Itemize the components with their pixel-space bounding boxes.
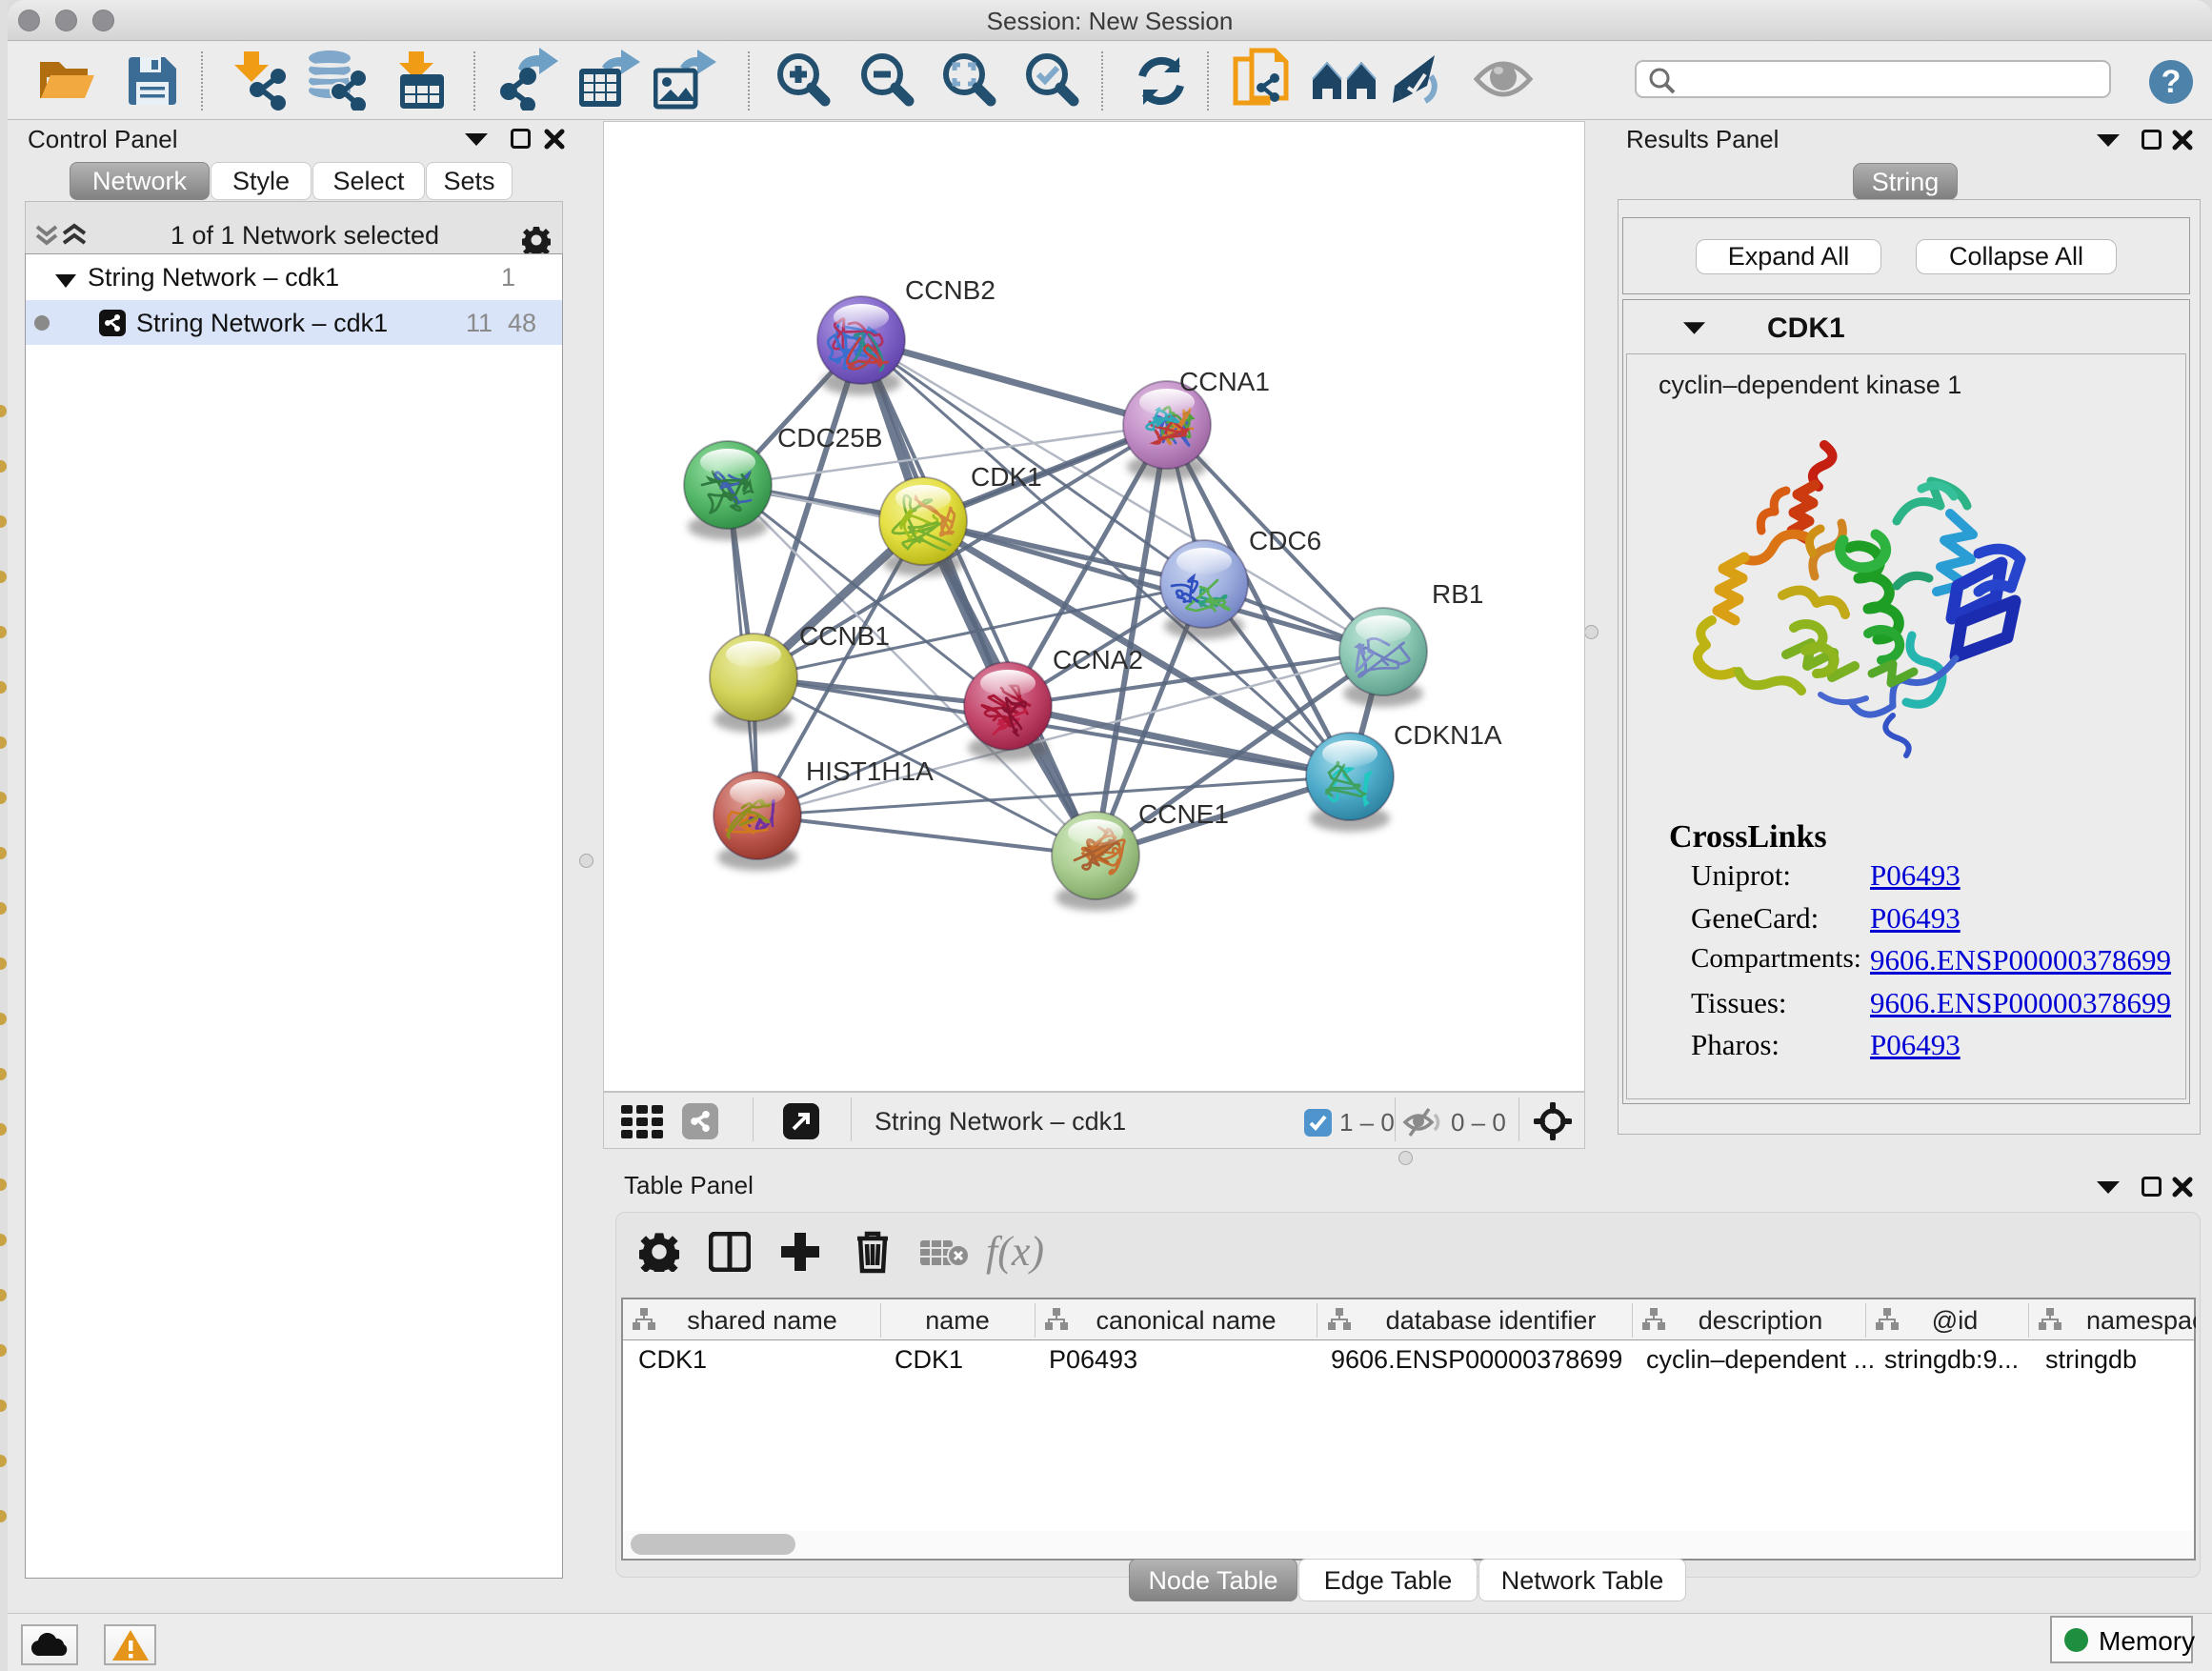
svg-text:CDC25B: CDC25B — [777, 423, 882, 453]
svg-text:RB1: RB1 — [1432, 579, 1483, 609]
svg-text:CDC6: CDC6 — [1249, 526, 1321, 555]
svg-text:HIST1H1A: HIST1H1A — [806, 756, 934, 786]
svg-text:CCNE1: CCNE1 — [1138, 799, 1229, 829]
svg-text:CDKN1A: CDKN1A — [1394, 720, 1502, 750]
svg-text:CDK1: CDK1 — [971, 462, 1042, 492]
svg-text:CCNA2: CCNA2 — [1053, 645, 1143, 674]
svg-text:CCNA1: CCNA1 — [1179, 367, 1270, 396]
svg-text:CCNB1: CCNB1 — [799, 621, 890, 651]
svg-text:CCNB2: CCNB2 — [905, 275, 995, 305]
